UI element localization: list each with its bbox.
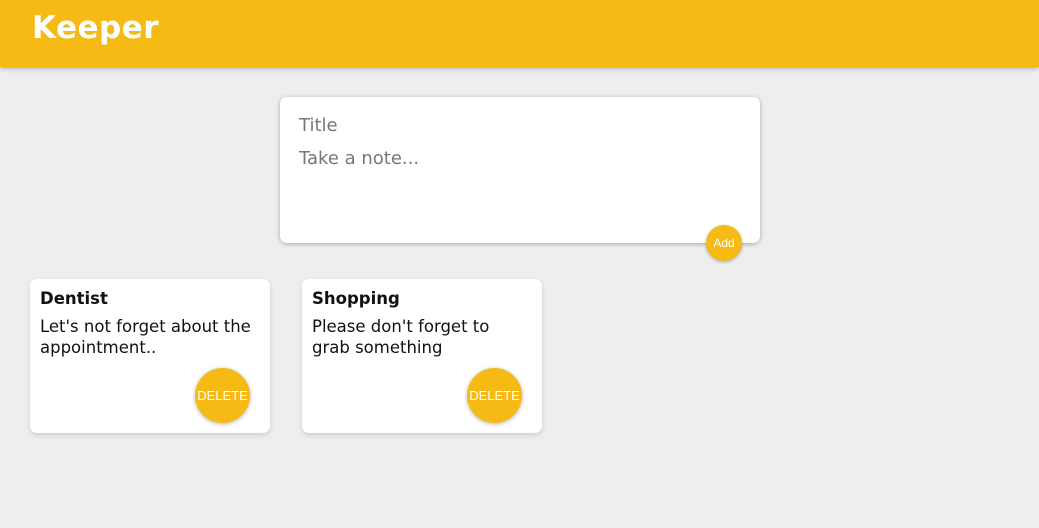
note-title: Dentist: [40, 289, 108, 308]
app-header: Keeper: [0, 0, 1039, 67]
note-content: Let's not forget about the appointment..: [40, 317, 251, 357]
app-logo-title: Keeper: [32, 10, 160, 46]
create-note-form: [280, 97, 760, 243]
delete-note-button[interactable]: DELETE: [195, 368, 250, 423]
note-title: Shopping: [312, 289, 400, 308]
note-title-input[interactable]: [299, 115, 739, 136]
note-card: Shopping Please don't forget to grab som…: [302, 279, 542, 433]
note-content-input[interactable]: [299, 148, 739, 218]
add-note-button[interactable]: Add: [706, 225, 742, 261]
note-card: Dentist Let's not forget about the appoi…: [30, 279, 270, 433]
delete-note-button[interactable]: DELETE: [467, 368, 522, 423]
note-content: Please don't forget to grab something: [312, 317, 490, 357]
